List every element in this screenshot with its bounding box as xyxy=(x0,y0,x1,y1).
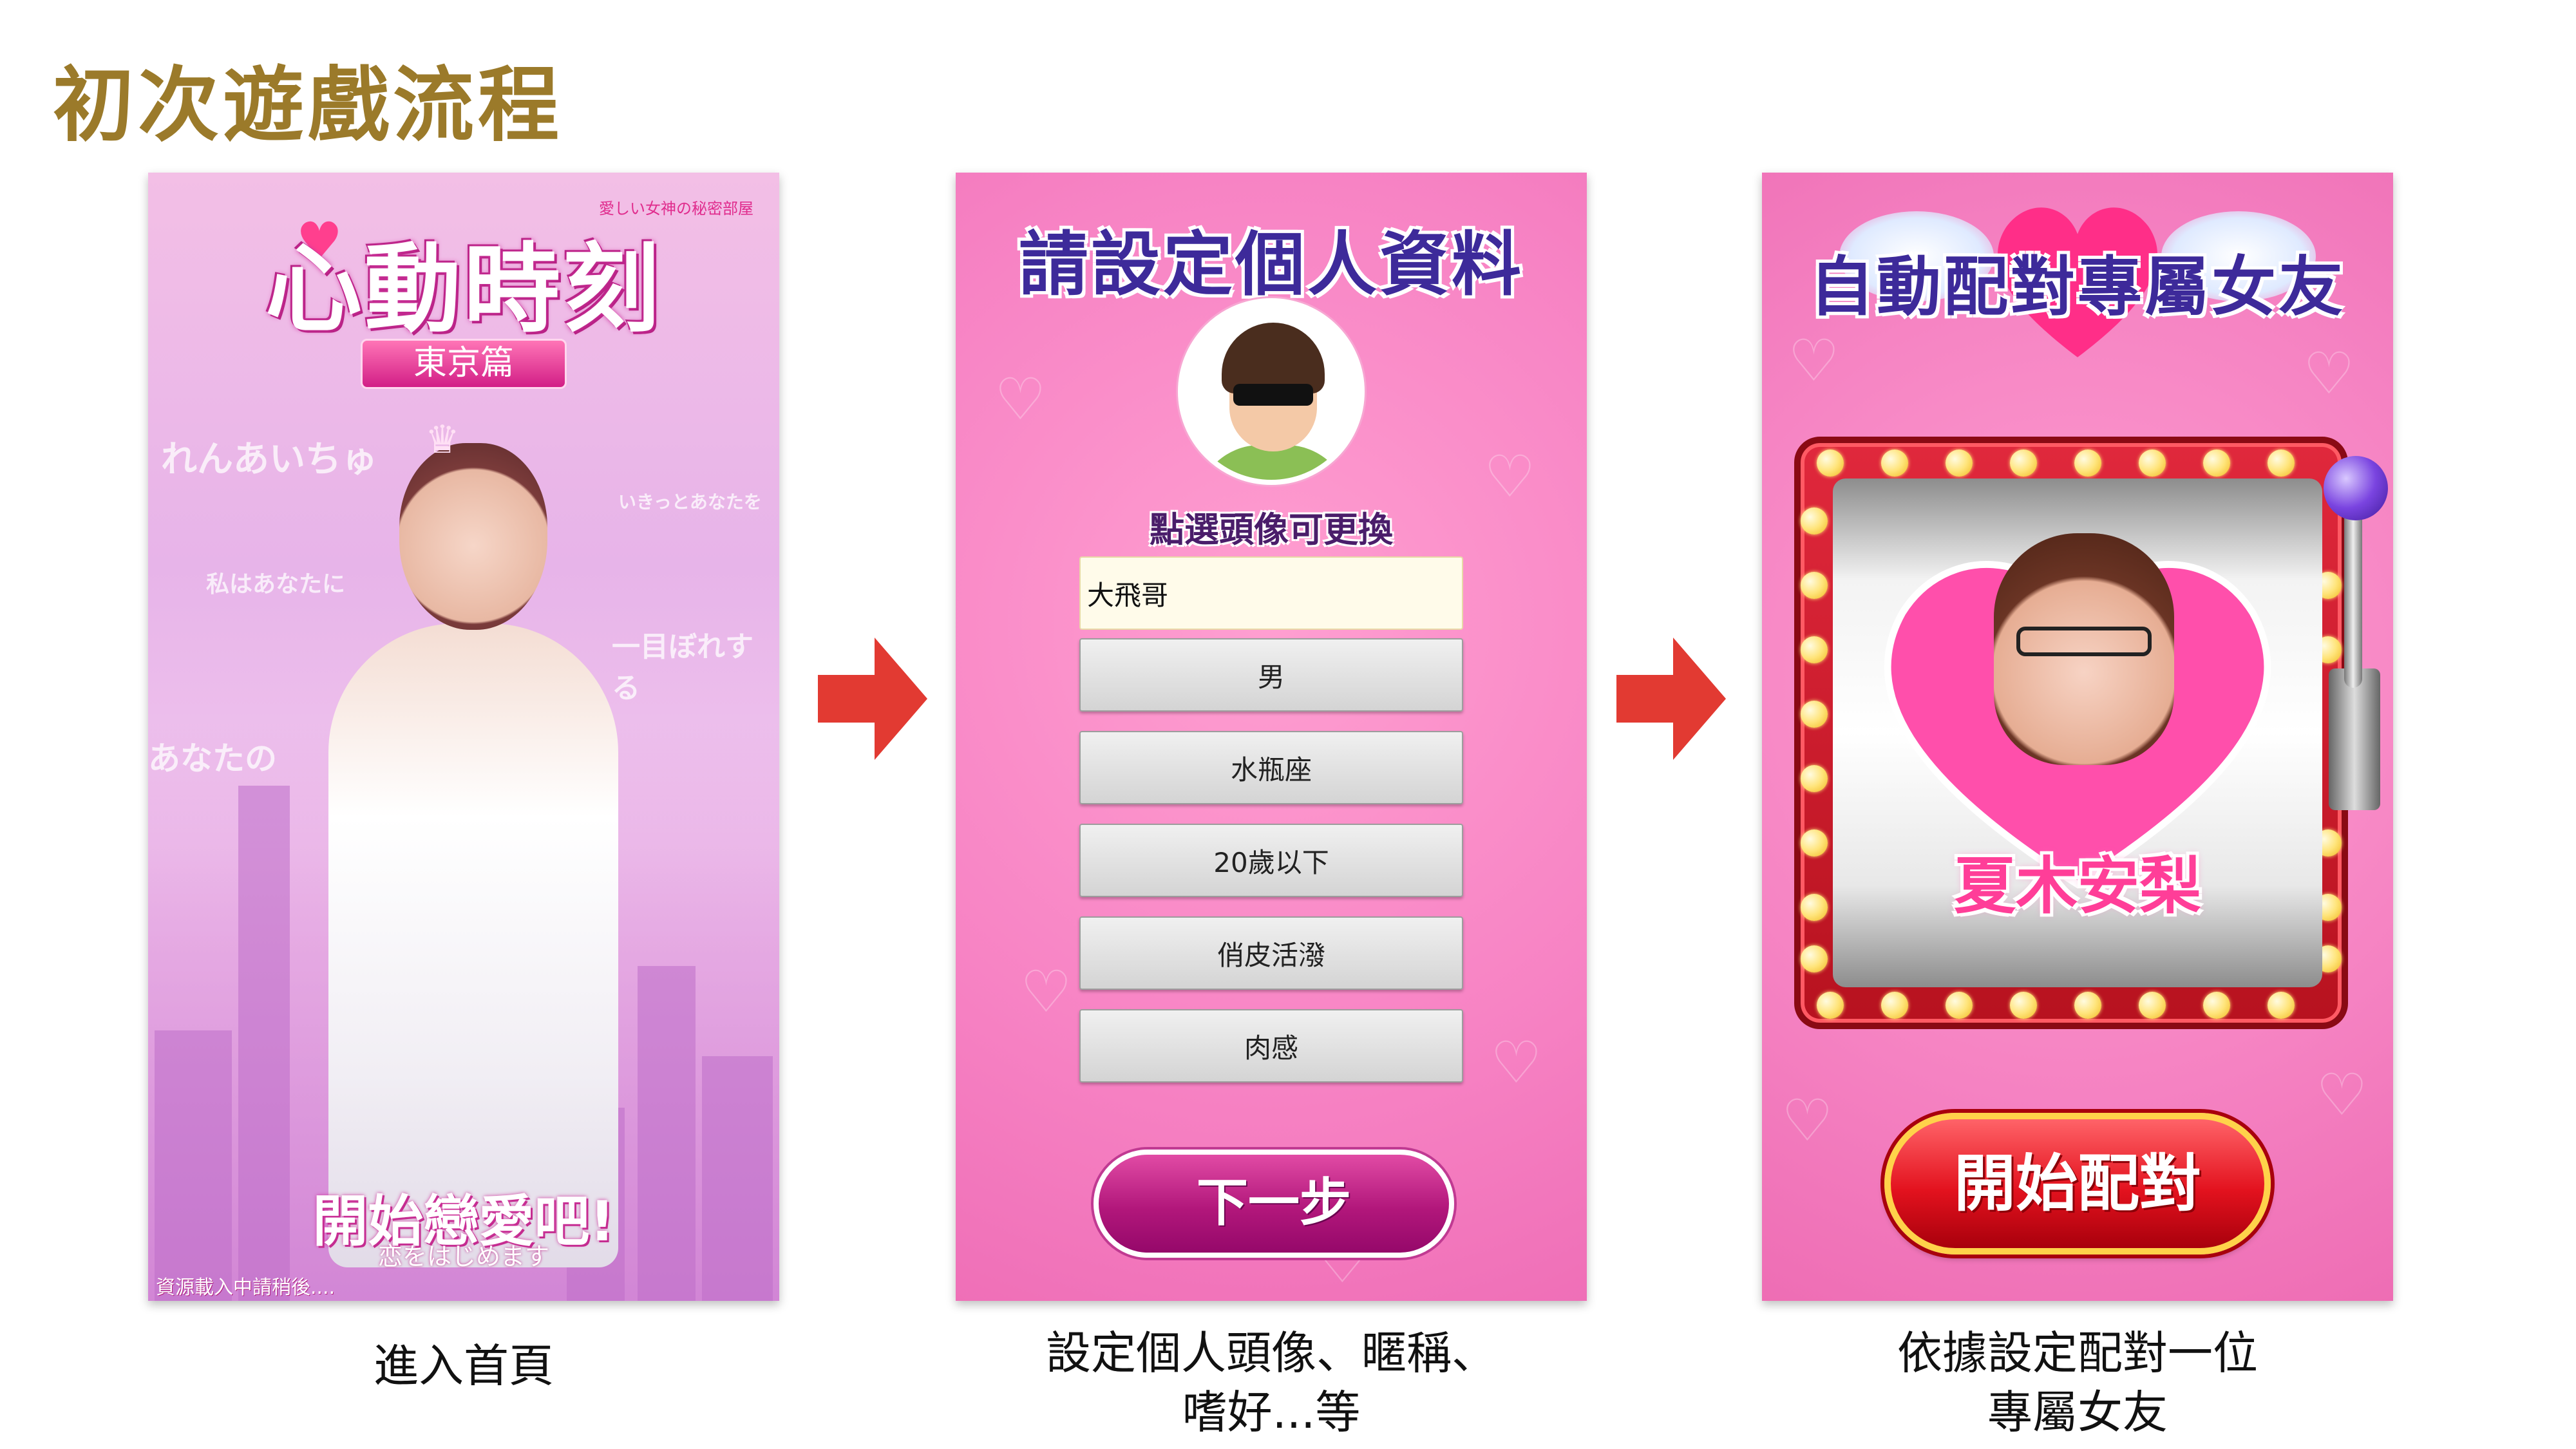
caption-profile: 設定個人頭像、暱稱、 嗜好...等 xyxy=(956,1323,1587,1442)
screen-home: れんあいちゅ 私はあなたに あなたの 一目ぼれする いきっとあなたを ♛ 愛しい… xyxy=(148,173,779,1301)
loading-text: 資源載入中請稍後.... xyxy=(156,1276,336,1299)
caption-line: 嗜好...等 xyxy=(1182,1386,1361,1439)
heart-icon: ♡ xyxy=(1781,1087,1833,1155)
screen-profile-setup: ♡ ♡ ♡ ♡ ♡ 請設定個人資料 點選頭像可更換 大飛哥 男 水瓶座 20歲以… xyxy=(956,173,1587,1301)
gender-select[interactable]: 男 xyxy=(1079,638,1463,712)
game-logo: 心動時刻 xyxy=(265,232,662,346)
heart-icon: ♡ xyxy=(1020,958,1072,1026)
zodiac-select[interactable]: 水瓶座 xyxy=(1079,731,1463,804)
start-love-subtitle: 恋をはじめます xyxy=(377,1242,549,1271)
heart-icon: ♡ xyxy=(1490,1029,1542,1097)
next-step-button[interactable]: 下一步 xyxy=(1094,1150,1454,1258)
character-body xyxy=(328,623,618,1267)
age-select[interactable]: 20歲以下 xyxy=(1079,824,1463,897)
arrow-right-icon xyxy=(1616,638,1726,760)
bg-text: あなたの xyxy=(148,740,277,777)
preference-select[interactable]: 肉感 xyxy=(1079,1009,1463,1083)
screen-title: 自動配對專屬女友 xyxy=(1810,249,2345,325)
lever-knob[interactable] xyxy=(2324,456,2388,520)
nickname-field[interactable]: 大飛哥 xyxy=(1079,556,1463,630)
caption-line: 設定個人頭像、暱稱、 xyxy=(1046,1327,1497,1379)
caption-line: 依據設定配對一位 xyxy=(1897,1327,2258,1379)
screen-matching: ♡ ♡ ♡ ♡ 自動配對專屬女友 夏木安梨 開始配對 xyxy=(1762,173,2393,1301)
heart-icon: ♡ xyxy=(1788,327,1840,395)
bg-text: れんあいちゅ xyxy=(161,439,377,480)
slide-title: 初次遊戲流程 xyxy=(53,58,563,153)
caption-matching: 依據設定配對一位 專屬女友 xyxy=(1762,1323,2393,1442)
personality-select[interactable]: 俏皮活潑 xyxy=(1079,916,1463,990)
screen-title: 請設定個人資料 xyxy=(1018,225,1524,305)
lever-base xyxy=(2329,668,2380,810)
caption-text: 進入首頁 xyxy=(374,1340,554,1392)
matched-name: 夏木安梨 xyxy=(1954,850,2201,922)
logo-subtitle: 東京篇 xyxy=(361,339,567,389)
arrow-right-icon xyxy=(818,638,927,760)
glasses-icon xyxy=(2016,627,2152,656)
avatar[interactable] xyxy=(1178,298,1365,485)
heart-icon: ♡ xyxy=(2316,1061,2368,1129)
bg-text: 一目ぼれする xyxy=(612,630,753,705)
caption-home: 進入首頁 xyxy=(148,1336,779,1396)
heart-icon: ♡ xyxy=(2303,340,2355,408)
heart-icon: ♡ xyxy=(994,366,1046,433)
bg-text: いきっとあなたを xyxy=(618,491,762,513)
tiara-icon: ♛ xyxy=(425,417,460,462)
avatar-hint: 點選頭像可更換 xyxy=(1150,509,1393,550)
caption-line: 專屬女友 xyxy=(1987,1386,2168,1439)
bg-text: 私はあなたに xyxy=(206,571,346,598)
start-matching-button[interactable]: 開始配對 xyxy=(1884,1113,2271,1255)
character-head xyxy=(399,443,547,630)
